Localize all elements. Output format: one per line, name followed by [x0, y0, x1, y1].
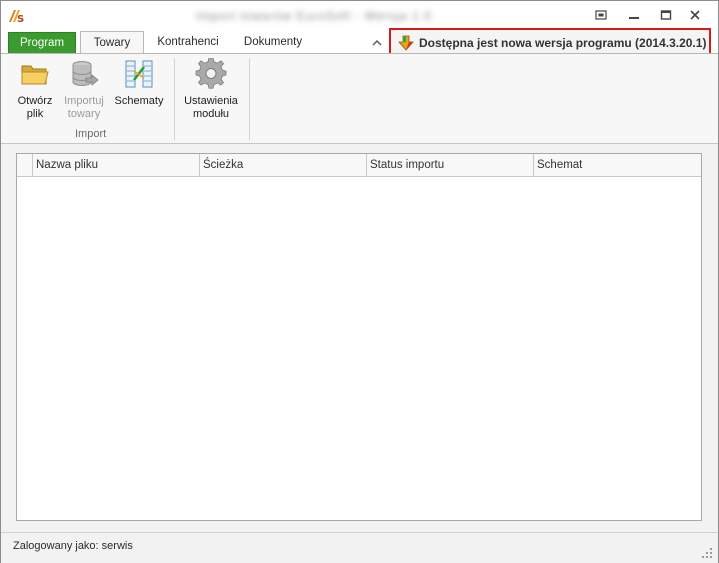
collapse-ribbon-icon[interactable] [371, 37, 383, 47]
logged-in-user: Zalogowany jako: serwis [13, 540, 133, 552]
update-notice-text: Dostępna jest nowa wersja programu (2014… [419, 35, 707, 50]
svg-text:S: S [17, 14, 24, 25]
ribbon-separator [174, 58, 175, 140]
group-label-import: Import [75, 128, 107, 140]
module-settings-label: Ustawienia modułu [184, 95, 238, 120]
main-window: S Import towarów EuroSoft - Wersja 1.0 P… [0, 0, 719, 563]
module-settings-button[interactable]: Ustawienia modułu [179, 57, 243, 121]
column-header-import-status[interactable]: Status importu [367, 154, 534, 176]
tab-kontrahenci[interactable]: Kontrahenci [151, 32, 225, 53]
resize-grip-icon[interactable] [702, 547, 712, 558]
tab-towary[interactable]: Towary [80, 31, 144, 54]
maximize-icon[interactable] [656, 6, 676, 24]
folder-icon [19, 58, 51, 90]
minimize-icon[interactable] [624, 6, 644, 24]
restore-icon[interactable] [591, 6, 611, 24]
column-header-schema[interactable]: Schemat [534, 154, 701, 176]
import-files-grid[interactable]: Nazwa pliku Ścieżka Status importu Schem… [16, 153, 702, 521]
schemes-label: Schematy [114, 95, 164, 107]
gear-icon [195, 57, 227, 90]
row-indicator-header [17, 154, 33, 176]
app-logo-icon[interactable]: S [7, 7, 25, 25]
column-header-path[interactable]: Ścieżka [200, 154, 367, 176]
ribbon-separator [249, 58, 250, 140]
download-arrow-icon [398, 35, 414, 51]
open-file-label: Otwórz plik [17, 95, 53, 120]
window-title: Import towarów EuroSoft - Wersja 1.0 [196, 9, 431, 23]
tab-program[interactable]: Program [8, 32, 76, 53]
import-products-button[interactable]: Importuj towary [59, 58, 109, 121]
column-header-file-name[interactable]: Nazwa pliku [33, 154, 200, 176]
schemes-button[interactable]: Schematy [111, 58, 167, 108]
open-file-button[interactable]: Otwórz plik [11, 58, 59, 121]
status-bar: Zalogowany jako: serwis [1, 532, 718, 563]
title-bar: S Import towarów EuroSoft - Wersja 1.0 [1, 1, 718, 31]
database-import-icon [68, 58, 100, 90]
tab-dokumenty[interactable]: Dokumenty [237, 32, 309, 53]
grid-header: Nazwa pliku Ścieżka Status importu Schem… [17, 154, 701, 177]
schema-icon [123, 58, 155, 90]
ribbon: Otwórz plik Importuj towary Schematy Imp… [1, 53, 718, 144]
import-products-label: Importuj towary [64, 95, 104, 120]
close-icon[interactable] [685, 6, 705, 24]
